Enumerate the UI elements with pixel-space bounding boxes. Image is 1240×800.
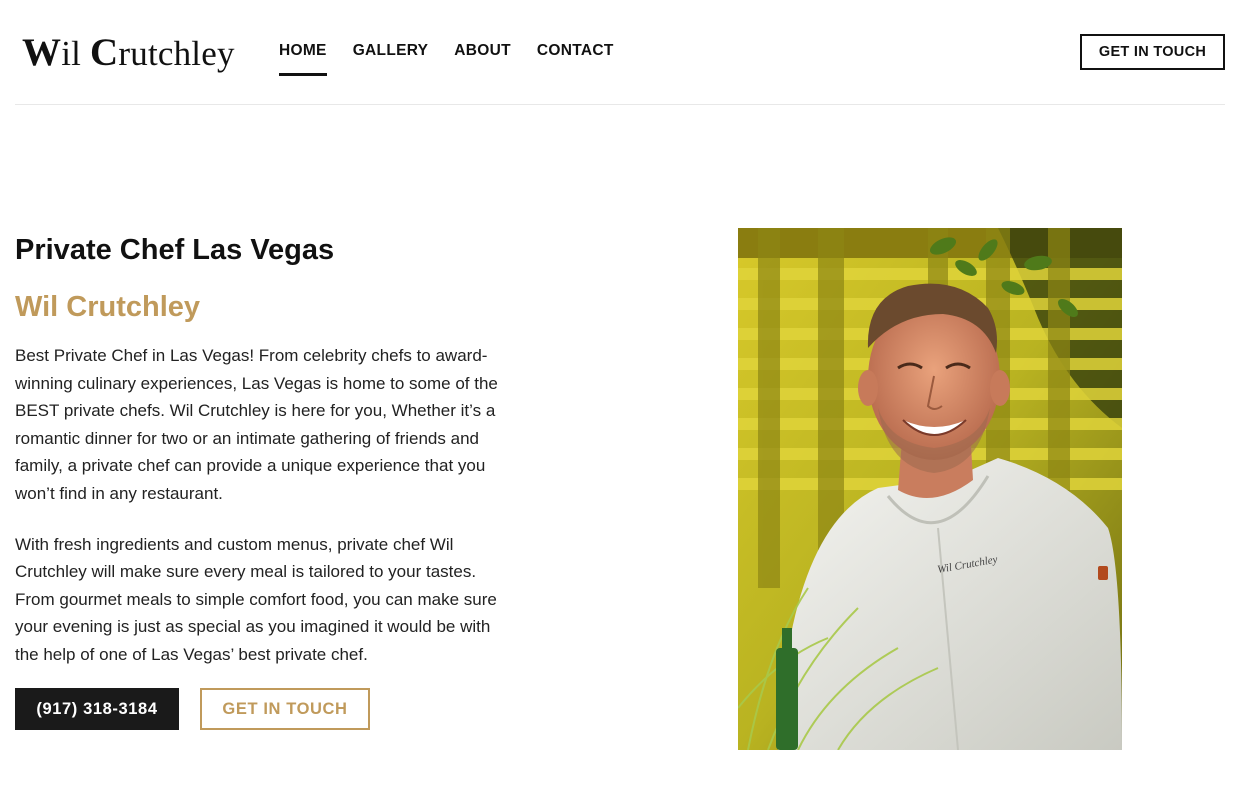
subtitle-initial-c: C	[66, 291, 88, 323]
nav-contact[interactable]: CONTACT	[537, 42, 614, 76]
header-get-in-touch-button[interactable]: GET IN TOUCH	[1080, 34, 1225, 70]
details-paragraph: With fresh ingredients and custom menus,…	[15, 534, 497, 664]
intro-paragraph: Best Private Chef in Las Vegas! From cel…	[15, 346, 498, 503]
site-header: Wil Crutchley HOME GALLERY ABOUT CONTACT…	[15, 0, 1225, 105]
logo-initial-c: C	[90, 31, 119, 74]
intro-section: Private Chef Las Vegas Wil Crutchley Bes…	[15, 228, 515, 730]
subtitle-text-second: rutchley	[87, 291, 201, 323]
nav-about[interactable]: ABOUT	[454, 42, 511, 76]
page-title: Private Chef Las Vegas	[15, 234, 335, 266]
chef-name-heading: Wil Crutchley	[15, 290, 515, 324]
chef-photo: Wil Crutchley	[738, 228, 1122, 750]
phone-button[interactable]: (917) 318-3184	[15, 688, 179, 730]
get-in-touch-button[interactable]: GET IN TOUCH	[200, 688, 370, 730]
logo-initial-w: W	[22, 31, 62, 74]
nav-gallery[interactable]: GALLERY	[353, 42, 429, 76]
cta-buttons: (917) 318-3184 GET IN TOUCH	[15, 688, 370, 730]
subtitle-initial-w: W	[15, 291, 43, 323]
nav-home[interactable]: HOME	[279, 42, 327, 76]
logo-text-second: rutchley	[118, 34, 235, 73]
main-nav: HOME GALLERY ABOUT CONTACT	[279, 42, 614, 76]
subtitle-text-first: il	[42, 291, 67, 323]
logo-text-first: il	[61, 34, 91, 73]
site-logo[interactable]: Wil Crutchley	[22, 30, 235, 75]
